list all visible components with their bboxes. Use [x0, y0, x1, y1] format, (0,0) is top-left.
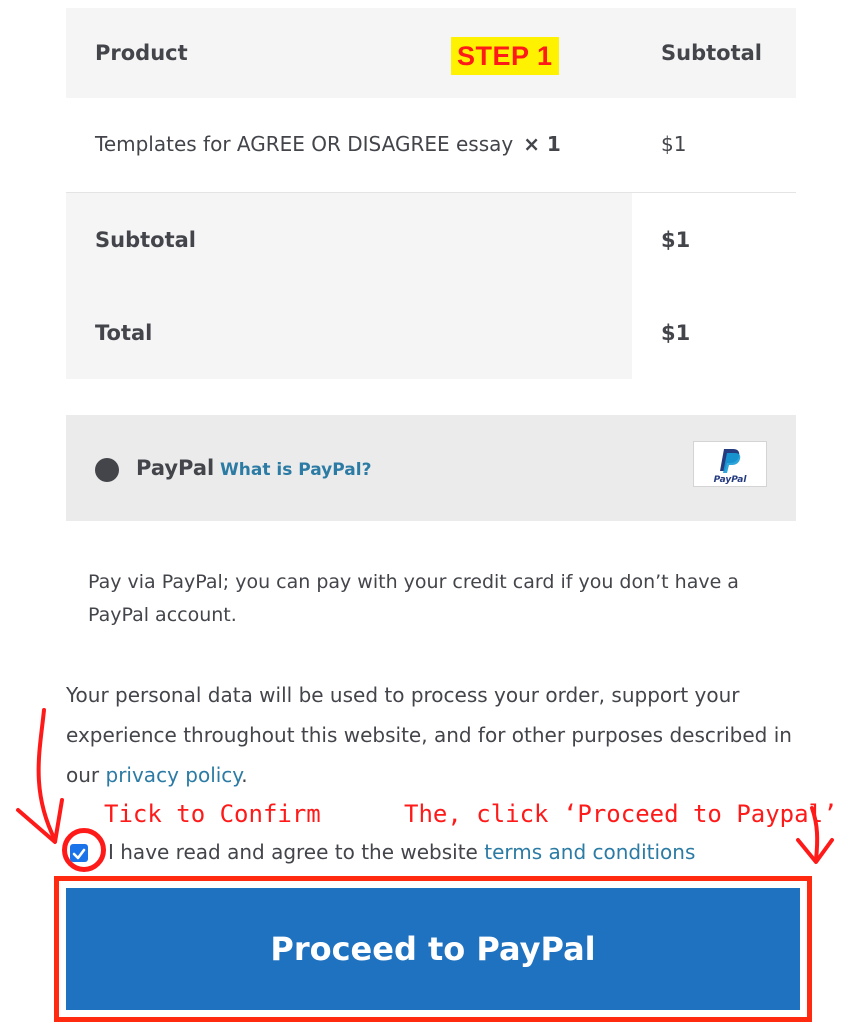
terms-label: I have read and agree to the website ter… — [108, 840, 695, 864]
checkmark-icon — [72, 848, 86, 860]
payment-description: Pay via PayPal; you can pay with your cr… — [88, 571, 739, 626]
step-annotation: STEP 1 — [451, 37, 559, 75]
subtotal-value: $1 — [661, 228, 691, 252]
terms-text: I have read and agree to the website — [108, 840, 485, 864]
left-arrow-head — [16, 798, 64, 844]
item-quantity: × 1 — [523, 132, 561, 156]
paypal-logo-text: PayPal — [714, 475, 748, 485]
item-name-text: Templates for AGREE OR DISAGREE essay — [95, 132, 514, 156]
right-arrow-shaft — [810, 806, 820, 862]
column-header-product: Product — [95, 41, 188, 65]
proceed-button-highlight: Proceed to PayPal — [54, 876, 812, 1022]
totals-label-cell — [66, 193, 632, 379]
left-arrow-shaft — [36, 708, 57, 842]
item-price: $1 — [661, 132, 687, 156]
payment-method-paypal[interactable]: PayPal What is PayPal? PayPal — [66, 415, 796, 521]
proceed-to-paypal-button[interactable]: Proceed to PayPal — [66, 888, 800, 1010]
payment-method-name: PayPal — [136, 456, 215, 480]
subtotal-label: Subtotal — [95, 228, 196, 252]
total-label: Total — [95, 321, 153, 345]
terms-checkbox[interactable] — [70, 844, 88, 862]
total-value: $1 — [661, 321, 691, 345]
item-name: Templates for AGREE OR DISAGREE essay × 1 — [95, 132, 561, 156]
column-header-subtotal: Subtotal — [661, 41, 762, 65]
payment-radio[interactable] — [95, 458, 119, 482]
order-item-row: Templates for AGREE OR DISAGREE essay × 1… — [66, 98, 796, 193]
what-is-paypal-link[interactable]: What is PayPal? — [220, 460, 371, 480]
terms-and-conditions-link[interactable]: terms and conditions — [484, 840, 695, 864]
order-table-header: Product STEP 1 Subtotal — [66, 8, 796, 98]
paypal-logo: PayPal — [693, 441, 767, 487]
